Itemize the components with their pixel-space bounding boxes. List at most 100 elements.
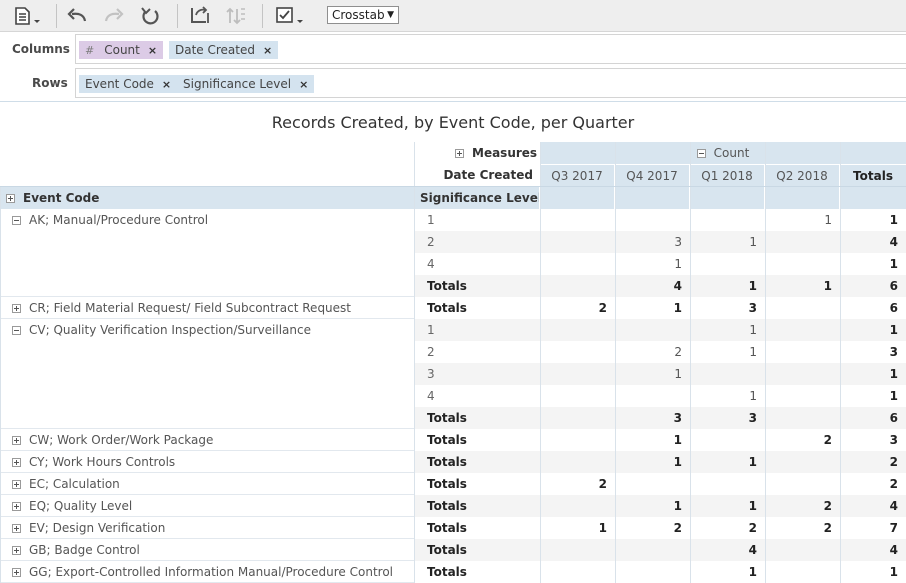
event-code-header[interactable]: Event Code [0, 187, 414, 209]
significance-level-value: 4 [415, 253, 540, 275]
expand-icon[interactable] [12, 546, 21, 555]
expand-icon[interactable] [12, 502, 21, 511]
measures-header: Measures [455, 142, 539, 164]
count-cell [765, 473, 840, 495]
count-cell [540, 407, 615, 429]
count-cell [615, 561, 690, 583]
expand-icon[interactable] [12, 524, 21, 533]
rows-pill-significance-level[interactable]: Significance Level × [177, 75, 315, 93]
row-total-cell: 2 [840, 451, 906, 473]
event-code-group[interactable]: CY; Work Hours Controls [0, 451, 414, 473]
event-code-name: CW; Work Order/Work Package [29, 433, 214, 447]
remove-icon[interactable]: × [148, 44, 157, 57]
count-cell: 1 [615, 495, 690, 517]
event-code-group[interactable]: EQ; Quality Level [0, 495, 414, 517]
expand-icon[interactable] [12, 304, 21, 313]
header-spacer [540, 187, 614, 209]
event-code-group[interactable]: CW; Work Order/Work Package [0, 429, 414, 451]
expand-icon[interactable] [12, 568, 21, 577]
count-cell [765, 319, 840, 341]
quarter-header[interactable]: Q1 2018 [690, 165, 764, 187]
event-code-group[interactable]: EV; Design Verification [0, 517, 414, 539]
event-code-name: GG; Export-Controlled Information Manual… [29, 565, 394, 579]
header-spacer [840, 187, 906, 209]
collapse-icon[interactable] [12, 216, 21, 225]
rows-pill-event-code[interactable]: Event Code × [79, 75, 178, 93]
row-total-cell: 4 [840, 231, 906, 253]
event-code-group[interactable]: EC; Calculation [0, 473, 414, 495]
columns-pill-date-created[interactable]: Date Created × [169, 41, 279, 59]
columns-pill-count[interactable]: # Count × [79, 41, 164, 59]
event-code-label: Event Code [23, 191, 100, 205]
event-code-name: GB; Badge Control [29, 543, 140, 557]
measures-label: Measures [472, 146, 538, 160]
count-cell [540, 209, 615, 231]
count-cell [765, 451, 840, 473]
rows-shelf[interactable]: Event Code × Significance Level × [75, 68, 906, 98]
quarter-header[interactable]: Q2 2018 [765, 165, 839, 187]
event-code-group[interactable]: GG; Export-Controlled Information Manual… [0, 561, 414, 583]
count-cell [765, 561, 840, 583]
count-cell [765, 363, 840, 385]
checklist-menu-button[interactable] [272, 3, 308, 29]
expand-icon[interactable] [12, 480, 21, 489]
event-code-group[interactable]: GB; Badge Control [0, 539, 414, 561]
toolbar: Crosstab ▼ [0, 0, 906, 32]
row-total-cell: 4 [840, 539, 906, 561]
count-cell [690, 363, 765, 385]
quarter-header[interactable]: Q4 2017 [615, 165, 689, 187]
pill-label: Event Code [85, 77, 154, 91]
count-cell: 2 [540, 473, 615, 495]
significance-level-value: 4 [415, 385, 540, 407]
count-cell [615, 319, 690, 341]
count-cell [540, 539, 615, 561]
count-cell [765, 297, 840, 319]
count-cell [540, 231, 615, 253]
count-cell [540, 429, 615, 451]
event-code-name: EQ; Quality Level [29, 499, 133, 513]
expand-icon[interactable] [12, 436, 21, 445]
collapse-icon[interactable] [12, 326, 21, 335]
reset-icon [141, 7, 159, 25]
undo-button[interactable] [64, 3, 90, 29]
reset-button[interactable] [137, 3, 163, 29]
report-menu-button[interactable] [10, 3, 44, 29]
expand-icon[interactable] [6, 194, 15, 203]
checklist-menu-icon [276, 7, 303, 23]
pill-label: Date Created [175, 43, 255, 57]
collapse-icon[interactable] [696, 149, 706, 158]
row-total-cell: 6 [840, 275, 906, 297]
quarter-header[interactable]: Q3 2017 [540, 165, 614, 187]
remove-icon[interactable]: × [299, 78, 308, 91]
remove-icon[interactable]: × [263, 44, 272, 57]
expand-icon[interactable] [12, 458, 21, 467]
count-label: Count [713, 146, 750, 160]
count-cell: 1 [615, 363, 690, 385]
swap-axes-button[interactable] [186, 3, 214, 29]
count-cell: 2 [690, 517, 765, 539]
count-cell [765, 385, 840, 407]
header-spacer [765, 187, 839, 209]
event-code-group[interactable]: CV; Quality Verification Inspection/Surv… [0, 319, 414, 341]
event-code-group[interactable]: CR; Field Material Request/ Field Subcon… [0, 297, 414, 319]
count-header[interactable]: Count [540, 142, 906, 164]
expand-icon[interactable] [455, 149, 464, 158]
significance-level-value: 1 [415, 209, 540, 231]
pill-label: Significance Level [183, 77, 292, 91]
count-cell: 1 [690, 231, 765, 253]
count-cell: 2 [765, 495, 840, 517]
significance-level-header[interactable]: Significance Level [415, 187, 539, 209]
count-cell [615, 209, 690, 231]
sort-button[interactable] [222, 3, 250, 29]
event-code-group[interactable]: AK; Manual/Procedure Control [0, 209, 414, 231]
remove-icon[interactable]: × [162, 78, 171, 91]
count-cell [615, 473, 690, 495]
toolbar-separator [262, 4, 263, 28]
event-code-name: AK; Manual/Procedure Control [29, 213, 209, 227]
redo-button[interactable] [101, 3, 127, 29]
sort-icon [226, 7, 245, 25]
columns-shelf[interactable]: # Count × Date Created × [75, 34, 906, 64]
view-type-select[interactable]: Crosstab ▼ [327, 6, 399, 24]
count-cell: 1 [540, 517, 615, 539]
grid-left-border [0, 187, 1, 583]
